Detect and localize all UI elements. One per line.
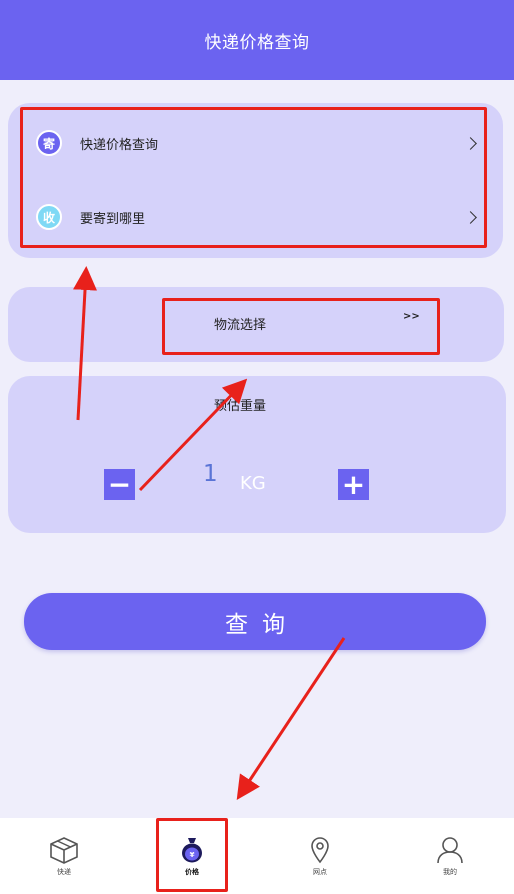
box-icon [50, 836, 78, 864]
query-button[interactable]: 查询 [24, 593, 486, 650]
user-icon [437, 836, 463, 863]
tab-mine[interactable]: 我的 [386, 818, 514, 894]
page-title: 快递价格查询 [204, 32, 310, 53]
annotation-box-route [20, 107, 487, 248]
tab-outlet[interactable]: 网点 [256, 818, 384, 894]
annotation-arrow-down [236, 637, 346, 801]
tab-label: 快递 [57, 867, 71, 876]
annotation-box-price-tab [156, 818, 228, 892]
decrease-weight-button[interactable]: − [104, 469, 135, 500]
weight-unit: KG [240, 473, 266, 494]
app-header: 快递价格查询 [0, 0, 514, 80]
plus-icon: + [341, 467, 366, 501]
weight-title: 预估重量 [214, 399, 267, 414]
tab-label: 网点 [313, 867, 327, 876]
bottom-tab-bar: 快递 ¥ 价格 网点 我的 [0, 818, 514, 894]
tab-label: 我的 [443, 867, 457, 876]
tab-express[interactable]: 快递 [0, 818, 128, 894]
weight-card: 预估重量 − 1 KG + [8, 376, 506, 533]
weight-value[interactable]: 1 [203, 461, 218, 487]
annotation-box-logistics [162, 298, 440, 355]
location-pin-icon [311, 836, 329, 863]
minus-icon: − [107, 467, 132, 501]
increase-weight-button[interactable]: + [338, 469, 369, 500]
